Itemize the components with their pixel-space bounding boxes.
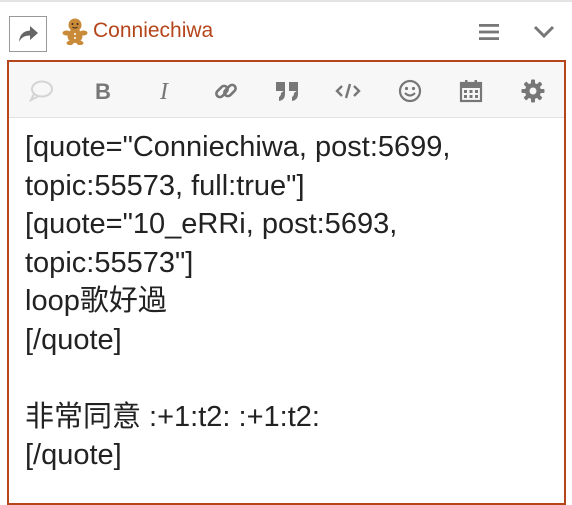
code-icon	[335, 83, 361, 99]
svg-text:B: B	[95, 80, 111, 102]
italic-button[interactable]: I	[150, 77, 178, 105]
reply-to-button[interactable]	[9, 16, 47, 52]
editor-toolbar: B I	[9, 62, 564, 118]
bold-button[interactable]: B	[89, 77, 117, 105]
share-forward-icon	[19, 26, 38, 42]
options-button[interactable]	[519, 77, 547, 105]
link-button[interactable]	[212, 77, 240, 105]
emoji-button[interactable]	[396, 77, 424, 105]
speech-bubble-button[interactable]	[27, 77, 55, 105]
blockquote-button[interactable]	[273, 77, 301, 105]
calendar-icon	[459, 80, 483, 103]
bold-icon: B	[95, 80, 111, 102]
quote-icon	[276, 82, 298, 101]
chevron-down-icon[interactable]	[533, 22, 555, 42]
reply-textarea[interactable]: [quote="Conniechiwa, post:5699, topic:55…	[25, 128, 555, 475]
reply-header: Conniechiwa	[0, 2, 572, 60]
italic-icon: I	[159, 80, 169, 102]
date-button[interactable]	[457, 77, 485, 105]
smile-icon	[398, 79, 422, 103]
hamburger-menu-icon[interactable]	[478, 22, 500, 42]
gear-icon	[521, 79, 545, 103]
username[interactable]: Conniechiwa	[93, 19, 213, 43]
link-icon	[215, 83, 237, 99]
svg-text:I: I	[159, 80, 169, 102]
speech-bubble-icon	[29, 80, 53, 102]
preformatted-button[interactable]	[334, 77, 362, 105]
composer: B I [quote="Conniechiwa, post:5699, topi…	[7, 60, 566, 505]
gingerbread-avatar	[62, 18, 88, 45]
